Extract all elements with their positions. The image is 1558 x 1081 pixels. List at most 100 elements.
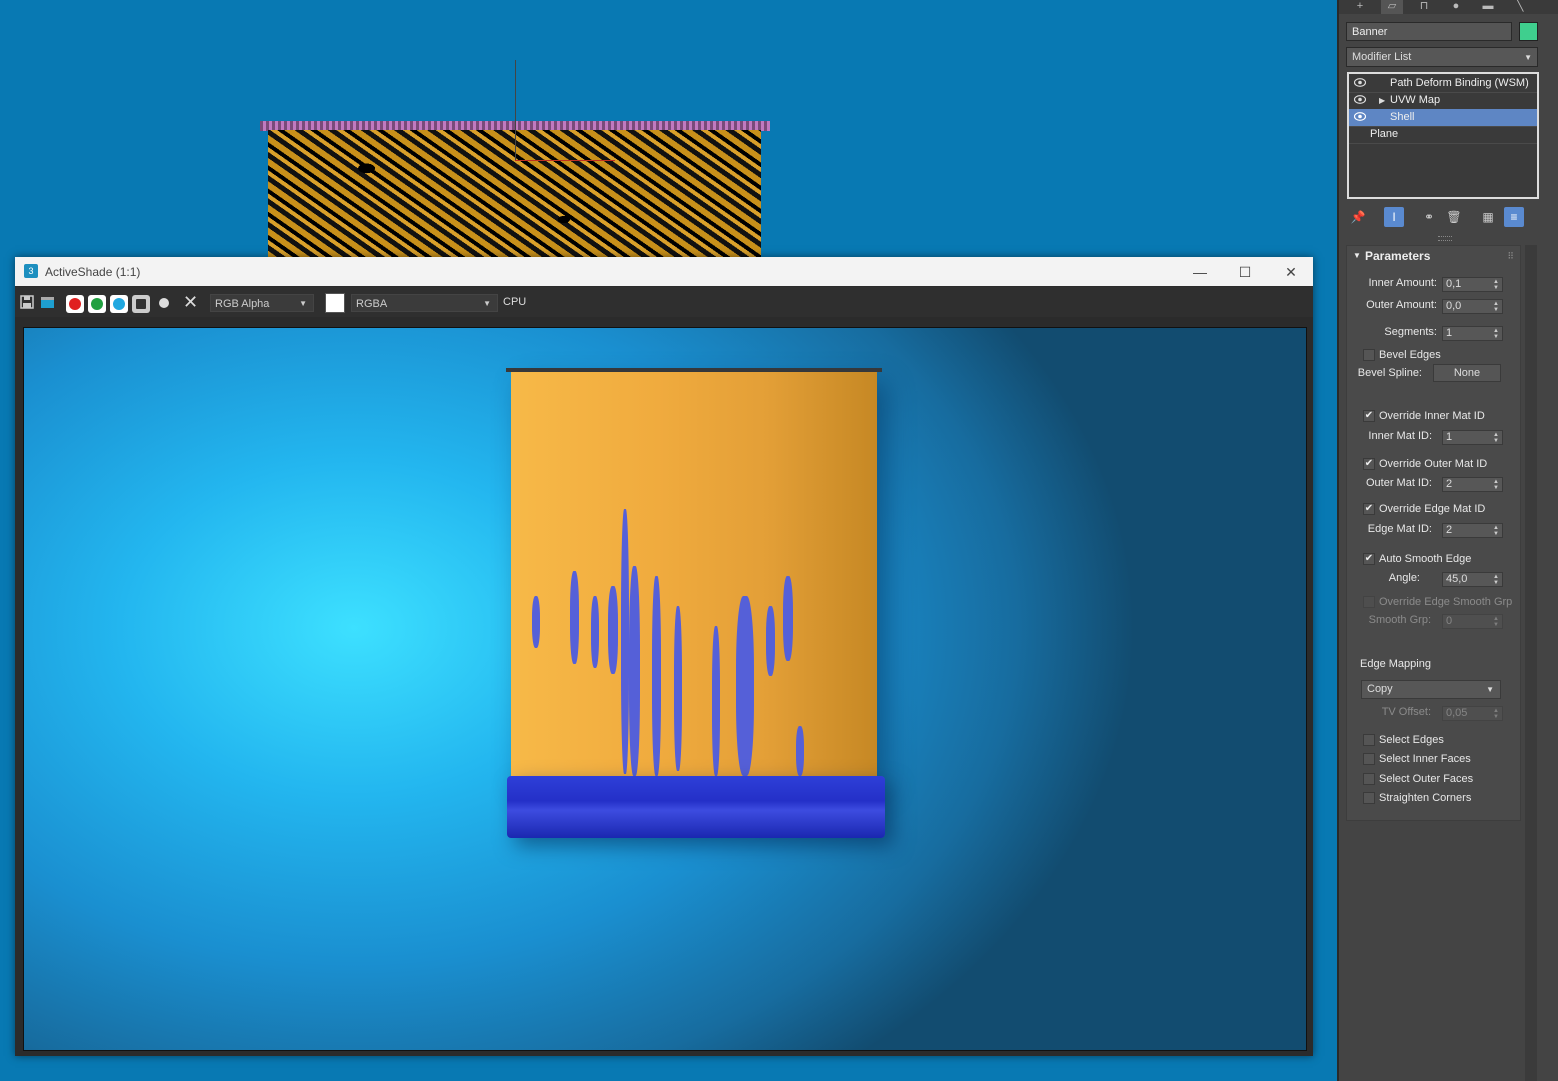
panel-resize-grip[interactable]	[1438, 236, 1452, 241]
auto-smooth-label: Auto Smooth Edge	[1379, 553, 1472, 565]
command-panel: + ▱ ⊓ ● ▬ ╲ Banner Modifier List ▼ Path D…	[1337, 0, 1558, 1081]
modify-tab-icon[interactable]: ▱	[1381, 0, 1403, 14]
pattern-drip	[712, 626, 720, 776]
eye-icon[interactable]	[1354, 78, 1366, 87]
chevron-down-icon: ▼	[299, 299, 307, 308]
smooth-grp-label: Smooth Grp:	[1368, 614, 1431, 626]
clear-icon[interactable]: ✕	[183, 292, 198, 312]
spinner-arrows-icon[interactable]: ▲ ▼	[1493, 708, 1499, 720]
close-button[interactable]: ✕	[1271, 261, 1311, 283]
display-tab-icon[interactable]: ▬	[1477, 0, 1499, 14]
pin-stack-icon[interactable]: 📌	[1348, 207, 1368, 227]
segments-spinner[interactable]: 1 ▲ ▼	[1442, 326, 1503, 341]
maximize-button[interactable]: ☐	[1225, 261, 1265, 283]
select-inner-faces-checkbox[interactable]	[1363, 753, 1375, 765]
spinner-arrows-icon[interactable]: ▲ ▼	[1493, 328, 1499, 340]
copy-image-icon[interactable]	[40, 294, 56, 310]
show-end-result-icon[interactable]: I	[1384, 207, 1404, 227]
stack-item-path-deform[interactable]: Path Deform Binding (WSM)	[1349, 75, 1537, 93]
spinner-arrows-icon[interactable]: ▲ ▼	[1493, 479, 1499, 491]
inner-mat-spinner[interactable]: 1 ▲ ▼	[1442, 430, 1503, 445]
override-outer-mat-label: Override Outer Mat ID	[1379, 458, 1488, 470]
collapse-arrow-icon: ▼	[1353, 251, 1361, 260]
blue-channel-toggle[interactable]	[110, 295, 128, 313]
background-color-swatch[interactable]	[325, 293, 345, 313]
alpha-channel-toggle[interactable]	[132, 295, 150, 313]
transform-gizmo-x[interactable]	[515, 160, 615, 161]
monochrome-icon[interactable]	[159, 298, 169, 308]
angle-spinner[interactable]: 45,0 ▲ ▼	[1442, 572, 1503, 587]
select-edges-label: Select Edges	[1379, 734, 1444, 746]
transform-gizmo-z[interactable]	[515, 60, 516, 160]
smooth-grp-spinner[interactable]: 0 ▲ ▼	[1442, 614, 1503, 629]
command-panel-tabs: + ▱ ⊓ ● ▬ ╲	[1339, 0, 1558, 14]
utilities-tab-icon[interactable]: ╲	[1509, 0, 1531, 14]
modifier-list-toggle-icon[interactable]: ≡	[1504, 207, 1524, 227]
select-edges-checkbox[interactable]	[1363, 734, 1375, 746]
pattern-drip	[591, 596, 599, 668]
green-channel-toggle[interactable]	[88, 295, 106, 313]
activeshade-titlebar[interactable]: 3 ActiveShade (1:1) — ☐ ✕	[15, 257, 1313, 286]
activeshade-toolbar: ✕ RGB Alpha ▼ RGBA ▼ CPU	[15, 287, 1313, 317]
outer-amount-spinner[interactable]: 0,0 ▲ ▼	[1442, 299, 1503, 314]
override-inner-mat-checkbox[interactable]: ✔	[1363, 410, 1375, 422]
stack-item-shell[interactable]: Shell	[1349, 109, 1537, 127]
override-outer-mat-checkbox[interactable]: ✔	[1363, 458, 1375, 470]
expand-arrow-icon[interactable]: ▶	[1379, 92, 1385, 109]
inner-amount-spinner[interactable]: 0,1 ▲ ▼	[1442, 277, 1503, 292]
display-select[interactable]: RGBA ▼	[351, 294, 498, 312]
save-image-icon[interactable]	[19, 294, 35, 310]
channel-select[interactable]: RGB Alpha ▼	[210, 294, 314, 312]
stack-item-label: Plane	[1370, 128, 1399, 140]
bevel-spline-label: Bevel Spline:	[1357, 367, 1422, 379]
edge-mat-spinner[interactable]: 2 ▲ ▼	[1442, 523, 1503, 538]
tv-offset-label: TV Offset:	[1381, 706, 1431, 718]
override-smooth-grp-checkbox[interactable]	[1363, 596, 1375, 608]
spinner-arrows-icon[interactable]: ▲ ▼	[1493, 525, 1499, 537]
override-edge-mat-checkbox[interactable]: ✔	[1363, 503, 1375, 515]
motion-tab-icon[interactable]: ●	[1445, 0, 1467, 14]
eye-icon[interactable]	[1354, 112, 1366, 121]
modifier-list-dropdown[interactable]: Modifier List ▼	[1346, 47, 1538, 67]
bevel-spline-button[interactable]: None	[1433, 364, 1501, 382]
stack-item-uvw-map[interactable]: ▶ UVW Map	[1349, 92, 1537, 110]
pattern-drip	[766, 606, 775, 676]
pattern-drip	[783, 576, 793, 661]
edge-mapping-dropdown[interactable]: Copy ▼	[1361, 680, 1501, 699]
straighten-corners-label: Straighten Corners	[1379, 792, 1472, 804]
configure-sets-icon[interactable]: ▦	[1478, 207, 1498, 227]
spinner-arrows-icon[interactable]: ▲ ▼	[1493, 432, 1499, 444]
auto-smooth-checkbox[interactable]: ✔	[1363, 553, 1375, 565]
straighten-corners-checkbox[interactable]	[1363, 792, 1375, 804]
drag-handle-icon[interactable]: ⠿	[1507, 246, 1514, 266]
create-tab-icon[interactable]: +	[1349, 0, 1371, 14]
eye-icon[interactable]	[1354, 95, 1366, 104]
stack-item-plane[interactable]: Plane	[1349, 126, 1537, 144]
rollout-header[interactable]: ▼ Parameters ⠿	[1347, 246, 1520, 266]
select-outer-faces-checkbox[interactable]	[1363, 773, 1375, 785]
tv-offset-spinner[interactable]: 0,05 ▲ ▼	[1442, 706, 1503, 721]
spinner-arrows-icon[interactable]: ▲ ▼	[1493, 279, 1499, 291]
hierarchy-tab-icon[interactable]: ⊓	[1413, 0, 1435, 14]
spinner-arrows-icon[interactable]: ▲ ▼	[1493, 574, 1499, 586]
remove-modifier-icon[interactable]: 🗑	[1444, 207, 1464, 227]
window-title: ActiveShade (1:1)	[45, 265, 141, 279]
spinner-value: 2	[1446, 524, 1453, 536]
render-frame[interactable]	[23, 327, 1307, 1051]
outer-mat-spinner[interactable]: 2 ▲ ▼	[1442, 477, 1503, 492]
angle-label: Angle:	[1388, 572, 1420, 584]
minimize-button[interactable]: —	[1180, 261, 1220, 283]
make-unique-icon[interactable]: ⚭	[1419, 207, 1439, 227]
panel-scrollbar[interactable]	[1525, 245, 1537, 1081]
parameters-rollout: ▼ Parameters ⠿ Inner Amount: 0,1 ▲ ▼ Outer…	[1346, 245, 1521, 821]
pattern-drip	[674, 606, 682, 771]
spinner-value: 1	[1446, 431, 1453, 443]
spinner-arrows-icon[interactable]: ▲ ▼	[1493, 301, 1499, 313]
red-channel-toggle[interactable]	[66, 295, 84, 313]
object-color-swatch[interactable]	[1519, 22, 1538, 41]
bevel-edges-checkbox[interactable]	[1363, 349, 1375, 361]
object-name-field[interactable]: Banner	[1346, 22, 1512, 41]
select-outer-faces-label: Select Outer Faces	[1379, 773, 1474, 785]
spinner-arrows-icon[interactable]: ▲ ▼	[1493, 616, 1499, 628]
pattern-drip	[532, 596, 540, 648]
